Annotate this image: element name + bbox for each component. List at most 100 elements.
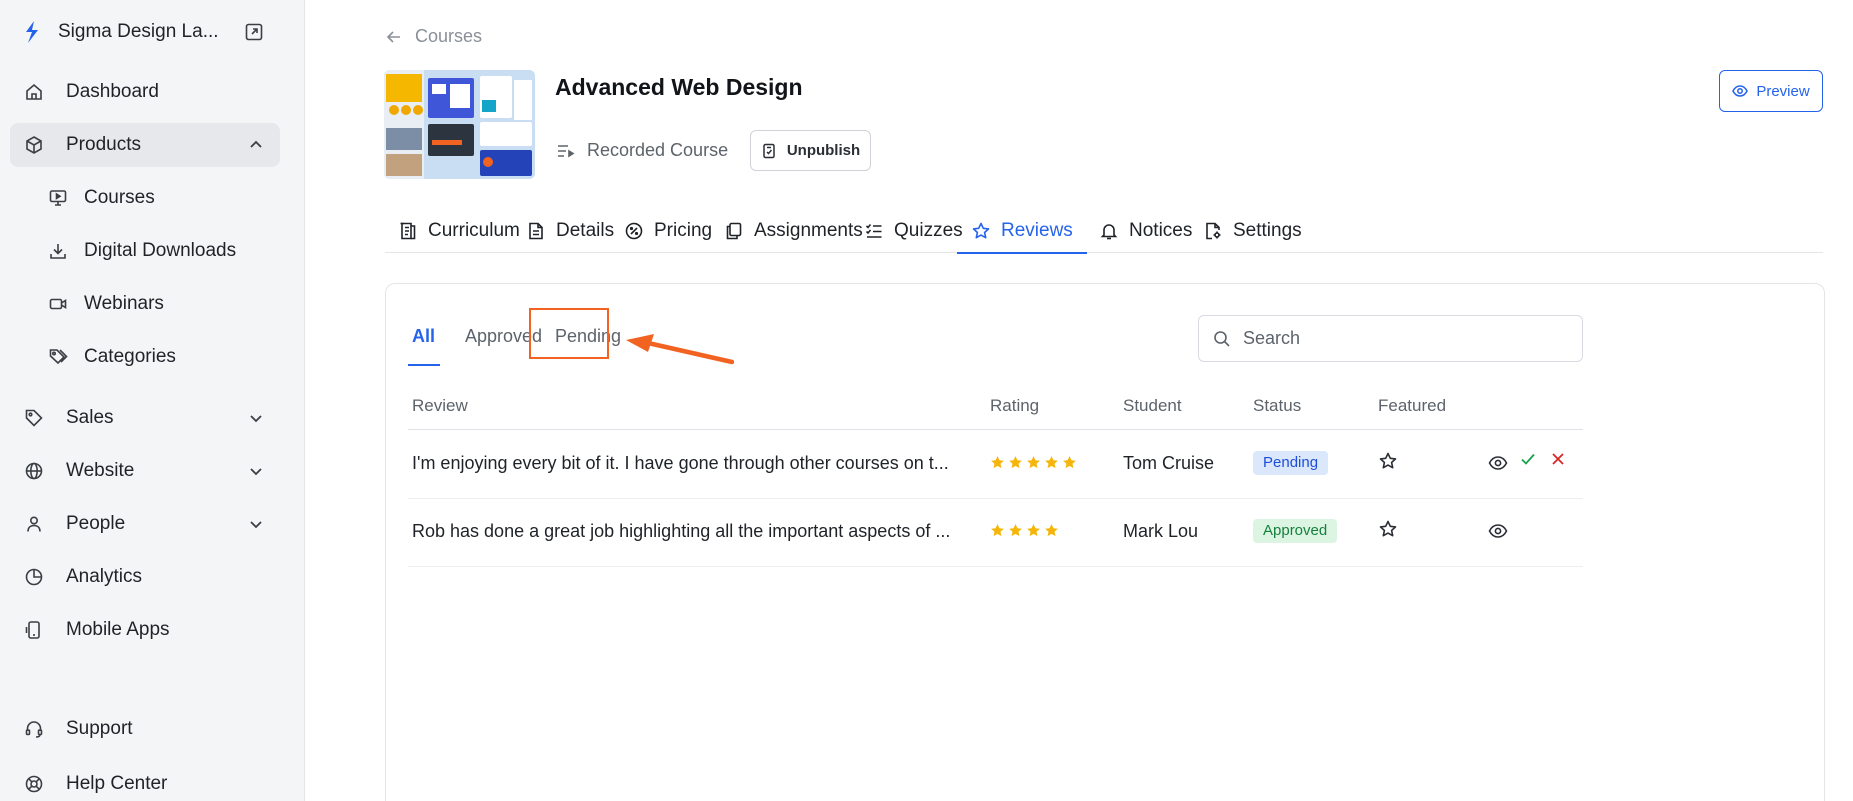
review-text: Rob has done a great job highlighting al… — [412, 521, 951, 541]
course-type-label: Recorded Course — [587, 140, 729, 160]
sidebar-item-label: Mobile Apps — [66, 619, 170, 640]
sidebar-item-products[interactable]: Products — [10, 123, 280, 167]
tab-settings[interactable]: Settings — [1203, 208, 1302, 253]
sidebar-subitem-categories[interactable]: Categories — [48, 337, 278, 377]
column-review: Review — [412, 396, 468, 415]
search-input[interactable] — [1243, 328, 1563, 349]
copy-icon — [726, 222, 742, 239]
view-eye-icon[interactable] — [1488, 521, 1508, 541]
sidebar-subitem-label: Webinars — [84, 293, 164, 314]
tab-assignments[interactable]: Assignments — [724, 208, 863, 253]
sidebar-item-label: Help Center — [66, 773, 168, 794]
chevron-down-icon — [250, 521, 262, 529]
preview-label: Preview — [1756, 82, 1810, 100]
approve-check-icon[interactable] — [1518, 449, 1538, 469]
person-icon — [27, 516, 41, 532]
filter-all[interactable]: All — [412, 326, 435, 347]
tab-label: Settings — [1233, 219, 1302, 241]
sidebar-item-analytics[interactable]: Analytics — [10, 555, 280, 599]
sidebar-item-label: People — [66, 513, 126, 534]
sidebar-item-sales[interactable]: Sales — [10, 396, 280, 440]
tab-label: Curriculum — [428, 219, 520, 241]
review-search[interactable] — [1198, 315, 1583, 362]
globe-icon — [25, 462, 43, 480]
back-link[interactable]: Courses — [385, 26, 482, 47]
tab-reviews[interactable]: Reviews — [957, 208, 1087, 254]
bell-icon — [1100, 223, 1118, 239]
tab-label: Pricing — [654, 219, 713, 241]
rating-star-icon — [1063, 456, 1076, 469]
sidebar-subitem-courses[interactable]: Courses — [48, 178, 278, 218]
sidebar-item-dashboard[interactable]: Dashboard — [10, 70, 280, 114]
pie-chart-icon — [25, 568, 43, 586]
sidebar-item-website[interactable]: Website — [10, 449, 280, 493]
unpublish-button[interactable]: Unpublish — [750, 130, 871, 171]
sidebar-item-people[interactable]: People — [10, 502, 280, 546]
tab-label: Reviews — [1001, 219, 1073, 241]
sidebar-item-label: Support — [66, 718, 133, 739]
eye-icon — [1732, 85, 1749, 97]
rating-star-icon — [1045, 456, 1058, 469]
video-icon — [49, 298, 67, 310]
sidebar-item-help-center[interactable]: Help Center — [10, 762, 280, 801]
tab-details[interactable]: Details — [526, 208, 614, 253]
tab-curriculum[interactable]: Curriculum — [398, 208, 520, 253]
rating-star-icon — [991, 456, 1004, 469]
tab-notices[interactable]: Notices — [1099, 208, 1192, 253]
sidebar: Sigma Design La... Dashboard Products Co… — [0, 0, 305, 801]
tab-quizzes[interactable]: Quizzes — [864, 208, 963, 253]
settings-file-icon — [1206, 222, 1221, 239]
document-icon — [529, 222, 543, 239]
rating-stars — [990, 455, 1077, 470]
tab-label: Notices — [1129, 219, 1193, 241]
tab-pricing[interactable]: Pricing — [624, 208, 712, 253]
rating-star-icon — [1027, 524, 1040, 537]
tab-label: Details — [556, 219, 615, 241]
sidebar-subitem-digital-downloads[interactable]: Digital Downloads — [48, 231, 278, 271]
external-link-icon[interactable] — [244, 22, 264, 42]
headset-icon — [25, 721, 43, 738]
featured-star-icon[interactable] — [1378, 451, 1398, 471]
course-tabs: Curriculum Details Pricing Assignments Q… — [385, 208, 1823, 254]
sidebar-item-label: Analytics — [66, 566, 143, 587]
column-rating: Rating — [990, 396, 1040, 415]
sidebar-item-label: Products — [66, 134, 141, 155]
sidebar-item-label: Dashboard — [66, 81, 159, 102]
preview-button[interactable]: Preview — [1719, 70, 1823, 112]
search-icon — [1214, 330, 1230, 347]
main-content: Courses Advanced Web Design Recorded Cou… — [305, 0, 1853, 801]
column-featured: Featured — [1378, 396, 1447, 415]
student-name: Tom Cruise — [1123, 453, 1215, 473]
course-type: Recorded Course — [555, 140, 728, 161]
checklist-icon — [865, 223, 882, 238]
tags-icon — [49, 349, 68, 365]
back-link-label: Courses — [415, 26, 483, 46]
brand-logo-icon — [26, 21, 38, 43]
recorded-course-icon — [558, 144, 575, 157]
view-eye-icon[interactable] — [1488, 453, 1508, 473]
status-badge: Approved — [1253, 519, 1338, 543]
home-icon — [26, 83, 42, 100]
sidebar-item-support[interactable]: Support — [10, 707, 280, 751]
featured-star-icon[interactable] — [1378, 519, 1398, 539]
sidebar-subitem-label: Categories — [84, 346, 176, 367]
unpublish-icon — [763, 143, 775, 158]
reviews-panel: All Approved Pending Review Rating Stude… — [385, 283, 1825, 801]
box-icon — [26, 136, 42, 154]
sidebar-item-mobile-apps[interactable]: Mobile Apps — [10, 608, 280, 652]
mobile-icon — [25, 621, 40, 639]
sidebar-subitem-webinars[interactable]: Webinars — [48, 284, 278, 324]
sidebar-subitem-label: Courses — [84, 187, 155, 208]
rating-star-icon — [1009, 524, 1022, 537]
reject-close-icon[interactable] — [1548, 449, 1568, 469]
sidebar-subitem-label: Digital Downloads — [84, 240, 237, 261]
table-row[interactable]: Rob has done a great job highlighting al… — [408, 499, 1583, 567]
sidebar-item-label: Sales — [66, 407, 114, 428]
column-status: Status — [1253, 396, 1302, 415]
rating-stars — [990, 523, 1059, 538]
table-row[interactable]: I'm enjoying every bit of it. I have gon… — [408, 431, 1583, 499]
sidebar-item-label: Website — [66, 460, 135, 481]
brand[interactable]: Sigma Design La... — [22, 18, 272, 46]
lifebuoy-icon — [25, 775, 43, 793]
chevron-up-icon — [250, 140, 262, 148]
